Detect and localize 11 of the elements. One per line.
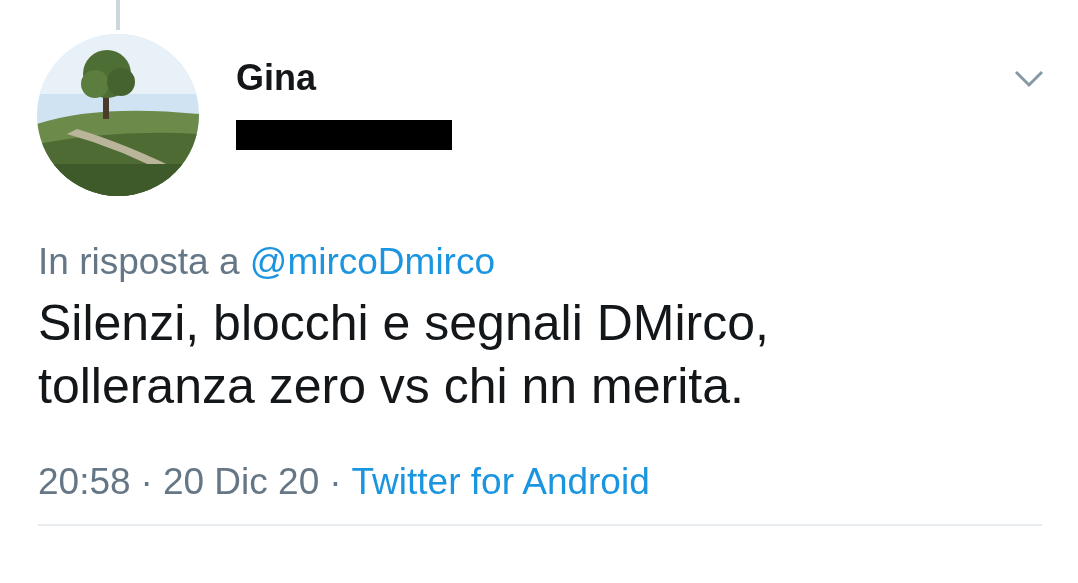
tweet-date: 20 Dic 20 — [162, 460, 320, 504]
tweet-text: Silenzi, blocchi e segnali DMirco, — [38, 294, 770, 353]
mention-link[interactable]: @mircoDmirco — [249, 241, 495, 282]
tweet-text: tolleranza zero vs chi nn merita. — [38, 357, 745, 416]
separator-dot: · — [329, 460, 342, 504]
author-name: Gina — [236, 56, 316, 100]
chevron-down-icon[interactable] — [1014, 70, 1044, 88]
reply-context: In risposta a @mircoDmirco — [38, 240, 496, 284]
separator-dot: · — [140, 460, 153, 504]
source-link[interactable]: Twitter for Android — [351, 460, 650, 504]
tweet-time: 20:58 — [38, 460, 131, 504]
